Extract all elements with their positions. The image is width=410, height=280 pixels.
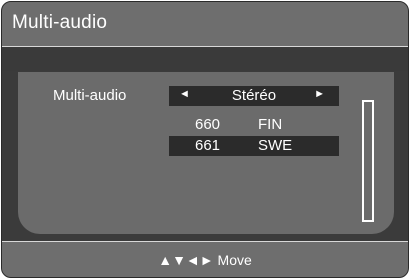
navigation-hint: ▲▼◄► Move <box>158 252 252 268</box>
multi-audio-label: Multi-audio <box>53 87 127 104</box>
audio-track-number: 660 <box>195 116 221 133</box>
window-title: Multi-audio <box>12 12 108 33</box>
title-bar: Multi-audio <box>2 2 408 47</box>
audio-track-number: 661 <box>195 137 221 154</box>
content-panel: Multi-audio ◄ Stéréo ► 660 FIN 661 SWE <box>18 72 394 234</box>
audio-track-row[interactable]: 660 FIN <box>169 115 339 135</box>
right-arrow-icon[interactable]: ► <box>314 88 325 100</box>
osd-frame: Multi-audio Multi-audio ◄ Stéréo ► 660 F… <box>1 1 409 278</box>
audio-track-language: FIN <box>258 116 283 133</box>
multi-audio-osd: Multi-audio Multi-audio ◄ Stéréo ► 660 F… <box>0 0 410 280</box>
title-divider-band <box>2 47 408 71</box>
multi-audio-selector[interactable]: ◄ Stéréo ► <box>169 86 339 106</box>
audio-track-row-selected[interactable]: 661 SWE <box>169 136 339 156</box>
list-scrollbar[interactable] <box>362 100 374 222</box>
audio-track-language: SWE <box>258 137 293 154</box>
footer-bar: ▲▼◄► Move <box>2 241 408 277</box>
